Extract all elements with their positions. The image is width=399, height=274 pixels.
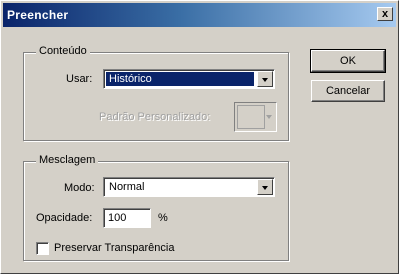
opacity-unit: % <box>158 212 168 224</box>
window-title: Preencher <box>7 8 69 22</box>
contents-legend: Conteúdo <box>36 45 90 57</box>
chevron-down-icon <box>266 115 272 119</box>
title-bar[interactable]: Preencher x <box>3 3 396 27</box>
close-button[interactable]: x <box>377 7 393 21</box>
mode-select-value: Normal <box>109 181 145 193</box>
opacity-label: Opacidade: <box>36 212 93 224</box>
close-icon: x <box>381 8 389 20</box>
cancel-button[interactable]: Cancelar <box>311 80 385 102</box>
preserve-transparency-label[interactable]: Preservar Transparência <box>54 242 174 254</box>
blending-legend: Mesclagem <box>36 154 99 166</box>
opacity-input[interactable]: 100 <box>103 208 151 228</box>
custom-pattern-picker <box>234 102 277 132</box>
use-select-value: Histórico <box>106 72 254 86</box>
chevron-down-icon[interactable] <box>257 71 273 87</box>
mode-select[interactable]: Normal <box>103 177 275 197</box>
use-label: Usar: <box>66 73 93 85</box>
chevron-down-icon[interactable] <box>257 179 273 195</box>
ok-button[interactable]: OK <box>310 49 386 73</box>
preserve-transparency-checkbox[interactable] <box>36 242 49 255</box>
mode-label: Modo: <box>64 182 95 194</box>
use-select[interactable]: Histórico <box>103 69 275 89</box>
fill-dialog: Preencher x Conteúdo Usar: Histórico Pad… <box>0 0 399 274</box>
custom-pattern-label: Padrão Personalizado: <box>99 111 211 123</box>
pattern-swatch <box>237 105 265 129</box>
